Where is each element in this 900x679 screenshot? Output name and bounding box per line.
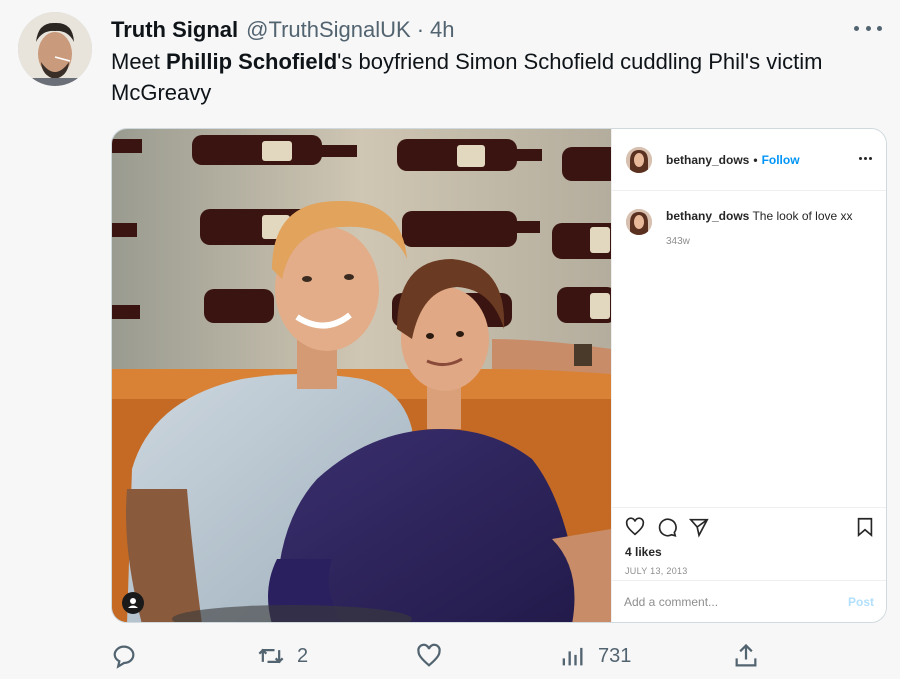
post-photo[interactable] — [112, 129, 611, 622]
retweet-count: 2 — [297, 644, 309, 667]
ig-bullet: • — [753, 152, 758, 167]
likes-count[interactable]: 4 likes — [625, 545, 662, 559]
caption-age: 343w — [666, 236, 690, 247]
handle[interactable]: @TruthSignalUK — [246, 17, 411, 43]
reply-icon — [110, 642, 138, 670]
photo-image — [112, 129, 611, 622]
like-icon — [415, 642, 443, 670]
tweet-time[interactable]: 4h — [430, 17, 454, 43]
heart-icon[interactable] — [624, 516, 646, 538]
comment-input[interactable] — [624, 594, 848, 609]
retweet-icon — [257, 642, 285, 670]
user-tag-icon[interactable] — [122, 592, 144, 614]
reply-button[interactable] — [110, 642, 138, 670]
caption: bethany_dows The look of love xx 343w — [626, 209, 853, 249]
like-button[interactable] — [415, 642, 443, 670]
tweet-text-start: Meet — [111, 49, 167, 74]
share-icon[interactable] — [688, 516, 710, 538]
post-button[interactable]: Post — [848, 595, 874, 609]
views-icon — [558, 642, 586, 670]
tweet-header: Truth Signal @TruthSignalUK · 4h — [111, 14, 882, 46]
tweet-action-bar: 2 731 — [110, 642, 760, 672]
tweet-text: Meet Phillip Schofield's boyfriend Simon… — [111, 46, 891, 108]
panel-header: bethany_dows • Follow — [612, 129, 886, 191]
upload-icon — [732, 642, 760, 670]
follow-button[interactable]: Follow — [762, 153, 800, 167]
comment-icon[interactable] — [656, 516, 678, 538]
tweet-text-bold: Phillip Schofield — [166, 49, 338, 74]
bookmark-icon[interactable] — [854, 516, 876, 538]
more-icon[interactable] — [854, 18, 882, 38]
media-card[interactable]: bethany_dows • Follow bethany_dows The l… — [111, 128, 887, 623]
caption-text: bethany_dows The look of love xx 343w — [666, 209, 853, 249]
ig-more-icon[interactable] — [859, 157, 872, 160]
display-name[interactable]: Truth Signal — [111, 17, 238, 43]
comment-bar: Post — [612, 580, 886, 622]
caption-avatar[interactable] — [626, 209, 652, 235]
post-date: JULY 13, 2013 — [625, 566, 688, 576]
retweet-button[interactable]: 2 — [257, 642, 308, 670]
ig-username[interactable]: bethany_dows — [666, 153, 749, 167]
views-count: 731 — [598, 644, 632, 667]
caption-username[interactable]: bethany_dows — [666, 209, 749, 223]
views-button[interactable]: 731 — [558, 642, 631, 670]
ig-actions-bar: 4 likes JULY 13, 2013 — [612, 507, 886, 581]
caption-body: The look of love xx — [749, 209, 853, 223]
avatar-image — [18, 12, 92, 86]
instagram-panel: bethany_dows • Follow bethany_dows The l… — [611, 129, 886, 622]
share-tweet-button[interactable] — [732, 642, 760, 670]
author-avatar[interactable] — [18, 12, 92, 86]
separator-dot: · — [416, 17, 425, 42]
ig-avatar[interactable] — [626, 146, 652, 173]
